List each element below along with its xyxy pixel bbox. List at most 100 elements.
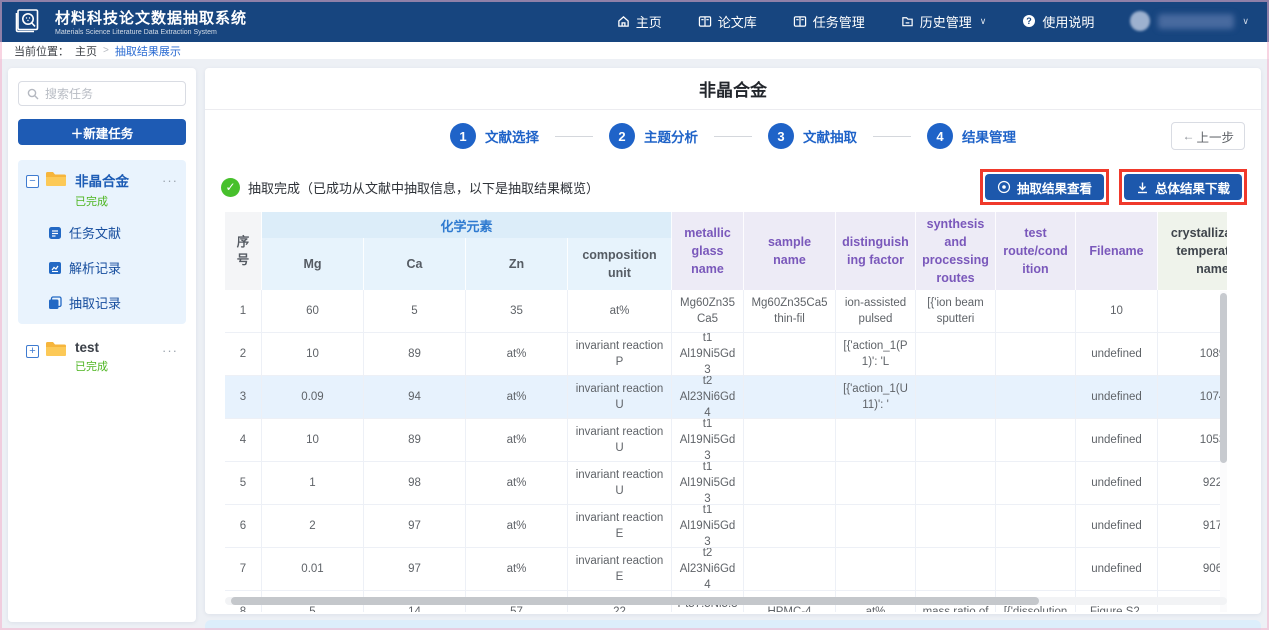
user-menu[interactable]: ∨ — [1130, 11, 1249, 31]
table-body: 160535at%Mg60Zn35Ca5Mg60Zn35Ca5 thin-fil… — [225, 290, 1227, 612]
step-number-badge: 3 — [768, 123, 794, 149]
svg-text:?: ? — [1027, 16, 1033, 26]
horizontal-scrollbar-thumb[interactable] — [231, 597, 1039, 605]
table-cell: undefined — [1076, 548, 1158, 590]
collapse-expander-icon[interactable]: − — [26, 175, 39, 188]
table-row: 70.0197at%invariant reaction Et2 Al23Ni6… — [225, 548, 1227, 591]
vertical-scrollbar[interactable] — [1220, 291, 1227, 612]
table-cell: Mg60Zn35Ca5 — [672, 290, 744, 332]
view-extraction-results-button[interactable]: 抽取结果查看 — [985, 174, 1104, 200]
step-number-badge: 4 — [927, 123, 953, 149]
column-header-composition-unit: composition unit — [568, 238, 672, 290]
table-cell — [916, 419, 996, 461]
table-cell: 5 — [225, 462, 262, 504]
table-cell: at% — [466, 333, 568, 375]
task-item-test[interactable]: + test 已完成 ··· — [26, 340, 178, 374]
table-cell: [{'action_1(P1)': 'L — [836, 333, 916, 375]
nav-item-home[interactable]: 主页 — [617, 12, 662, 31]
table-cell: at% — [466, 376, 568, 418]
more-actions-icon[interactable]: ··· — [162, 344, 178, 357]
vertical-scrollbar-thumb[interactable] — [1220, 293, 1227, 463]
task-tree-group: − 非晶合金 已完成 ··· 任务文献 解析记录 — [18, 160, 186, 324]
table-row: 30.0994at%invariant reaction Ut2 Al23Ni6… — [225, 376, 1227, 419]
app-subtitle: Materials Science Literature Data Extrac… — [55, 29, 247, 36]
sidebar-item-extract-records[interactable]: 抽取记录 — [48, 293, 178, 312]
nav-item-history-management[interactable]: 历史管理 ∨ — [901, 12, 987, 31]
table-cell: at% — [466, 462, 568, 504]
table-cell — [996, 333, 1076, 375]
table-header: 序号 化学元素 Mg Ca Zn composition unit metall… — [225, 212, 1227, 290]
task-search-input[interactable] — [45, 87, 177, 101]
page-title: 非晶合金 — [205, 68, 1261, 110]
column-header-index: 序号 — [225, 212, 262, 290]
expand-expander-icon[interactable]: + — [26, 345, 39, 358]
table-cell: 906 — [1158, 548, 1227, 590]
column-header-ca: Ca — [364, 238, 466, 290]
results-table: 序号 化学元素 Mg Ca Zn composition unit metall… — [225, 212, 1227, 612]
table-cell: 7 — [225, 548, 262, 590]
search-icon — [27, 88, 39, 100]
user-name-blurred — [1158, 14, 1234, 29]
table-cell — [836, 419, 916, 461]
task-search-box[interactable] — [18, 81, 186, 106]
parse-record-icon — [48, 261, 62, 275]
horizontal-scrollbar[interactable] — [225, 597, 1227, 605]
copy-icon — [48, 296, 62, 310]
breadcrumb-home[interactable]: 主页 — [75, 43, 97, 59]
nav-item-paper-library[interactable]: 论文库 — [698, 12, 757, 31]
table-cell: t1 Al19Ni5Gd3 — [672, 462, 744, 504]
breadcrumb-separator-icon: > — [103, 45, 109, 56]
column-header-synthesis-routes: synthesis and processing routes — [916, 212, 996, 290]
column-header-metallic-glass-name: metallic glass name — [672, 212, 744, 290]
status-text: 抽取完成（已成功从文献中抽取信息，以下是抽取结果概览） — [248, 178, 599, 197]
column-header-crystallization-temperature-name: crystallization temperature name — [1158, 212, 1227, 290]
table-cell: 917 — [1158, 505, 1227, 547]
column-group-label: 化学元素 — [262, 212, 672, 238]
table-cell: Mg60Zn35Ca5 thin-fil — [744, 290, 836, 332]
table-cell: t1 Al19Ni5Gd3 — [672, 419, 744, 461]
table-cell: 97 — [364, 505, 466, 547]
sidebar-item-task-literature[interactable]: 任务文献 — [48, 223, 178, 242]
nav-item-task-management[interactable]: 任务管理 — [793, 12, 865, 31]
table-cell: 94 — [364, 376, 466, 418]
table-row: 41089at%invariant reaction Ut1 Al19Ni5Gd… — [225, 419, 1227, 462]
table-row: 160535at%Mg60Zn35Ca5Mg60Zn35Ca5 thin-fil… — [225, 290, 1227, 333]
table-cell: undefined — [1076, 505, 1158, 547]
table-cell: 1074 — [1158, 376, 1227, 418]
main-panel: 非晶合金 1 文献选择 2 主题分析 3 文献抽取 4 结果管理 ← 上一步 ✓… — [205, 68, 1261, 614]
table-cell: 2 — [262, 505, 364, 547]
table-cell: invariant reaction E — [568, 548, 672, 590]
previous-step-button[interactable]: ← 上一步 — [1171, 122, 1245, 150]
download-overall-results-button[interactable]: 总体结果下载 — [1124, 174, 1242, 200]
table-cell: ion-assisted pulsed — [836, 290, 916, 332]
back-arrow-icon: ← — [1182, 129, 1194, 143]
table-cell: 10 — [1076, 290, 1158, 332]
breadcrumb: 当前位置： 主页 > 抽取结果展示 — [0, 42, 1269, 59]
avatar — [1130, 11, 1150, 31]
task-status-badge: 已完成 — [75, 358, 108, 374]
table-cell: 922 — [1158, 462, 1227, 504]
table-cell: at% — [466, 419, 568, 461]
extraction-status-bar: ✓ 抽取完成（已成功从文献中抽取信息，以下是抽取结果概览） 抽取结果查看 总体结… — [205, 162, 1261, 212]
step-connector — [714, 136, 752, 137]
table-cell — [996, 376, 1076, 418]
table-cell: invariant reaction U — [568, 376, 672, 418]
breadcrumb-current: 抽取结果展示 — [115, 43, 181, 59]
table-row: 6297at%invariant reaction Et1 Al19Ni5Gd3… — [225, 505, 1227, 548]
table-cell: undefined — [1076, 376, 1158, 418]
task-name: test — [75, 340, 108, 355]
task-name: 非晶合金 — [75, 170, 129, 190]
table-cell: 89 — [364, 419, 466, 461]
more-actions-icon[interactable]: ··· — [162, 174, 178, 187]
book-icon — [698, 15, 712, 28]
new-task-button[interactable]: ＋新建任务 — [18, 119, 186, 145]
column-header-zn: Zn — [466, 238, 568, 290]
step-connector — [873, 136, 911, 137]
table-cell — [744, 376, 836, 418]
table-cell: 1 — [262, 462, 364, 504]
table-cell: at% — [568, 290, 672, 332]
nav-item-help[interactable]: ? 使用说明 — [1022, 12, 1094, 31]
table-cell — [916, 333, 996, 375]
task-item-feijinghejin[interactable]: − 非晶合金 已完成 ··· — [26, 170, 178, 209]
sidebar-item-parse-records[interactable]: 解析记录 — [48, 258, 178, 277]
